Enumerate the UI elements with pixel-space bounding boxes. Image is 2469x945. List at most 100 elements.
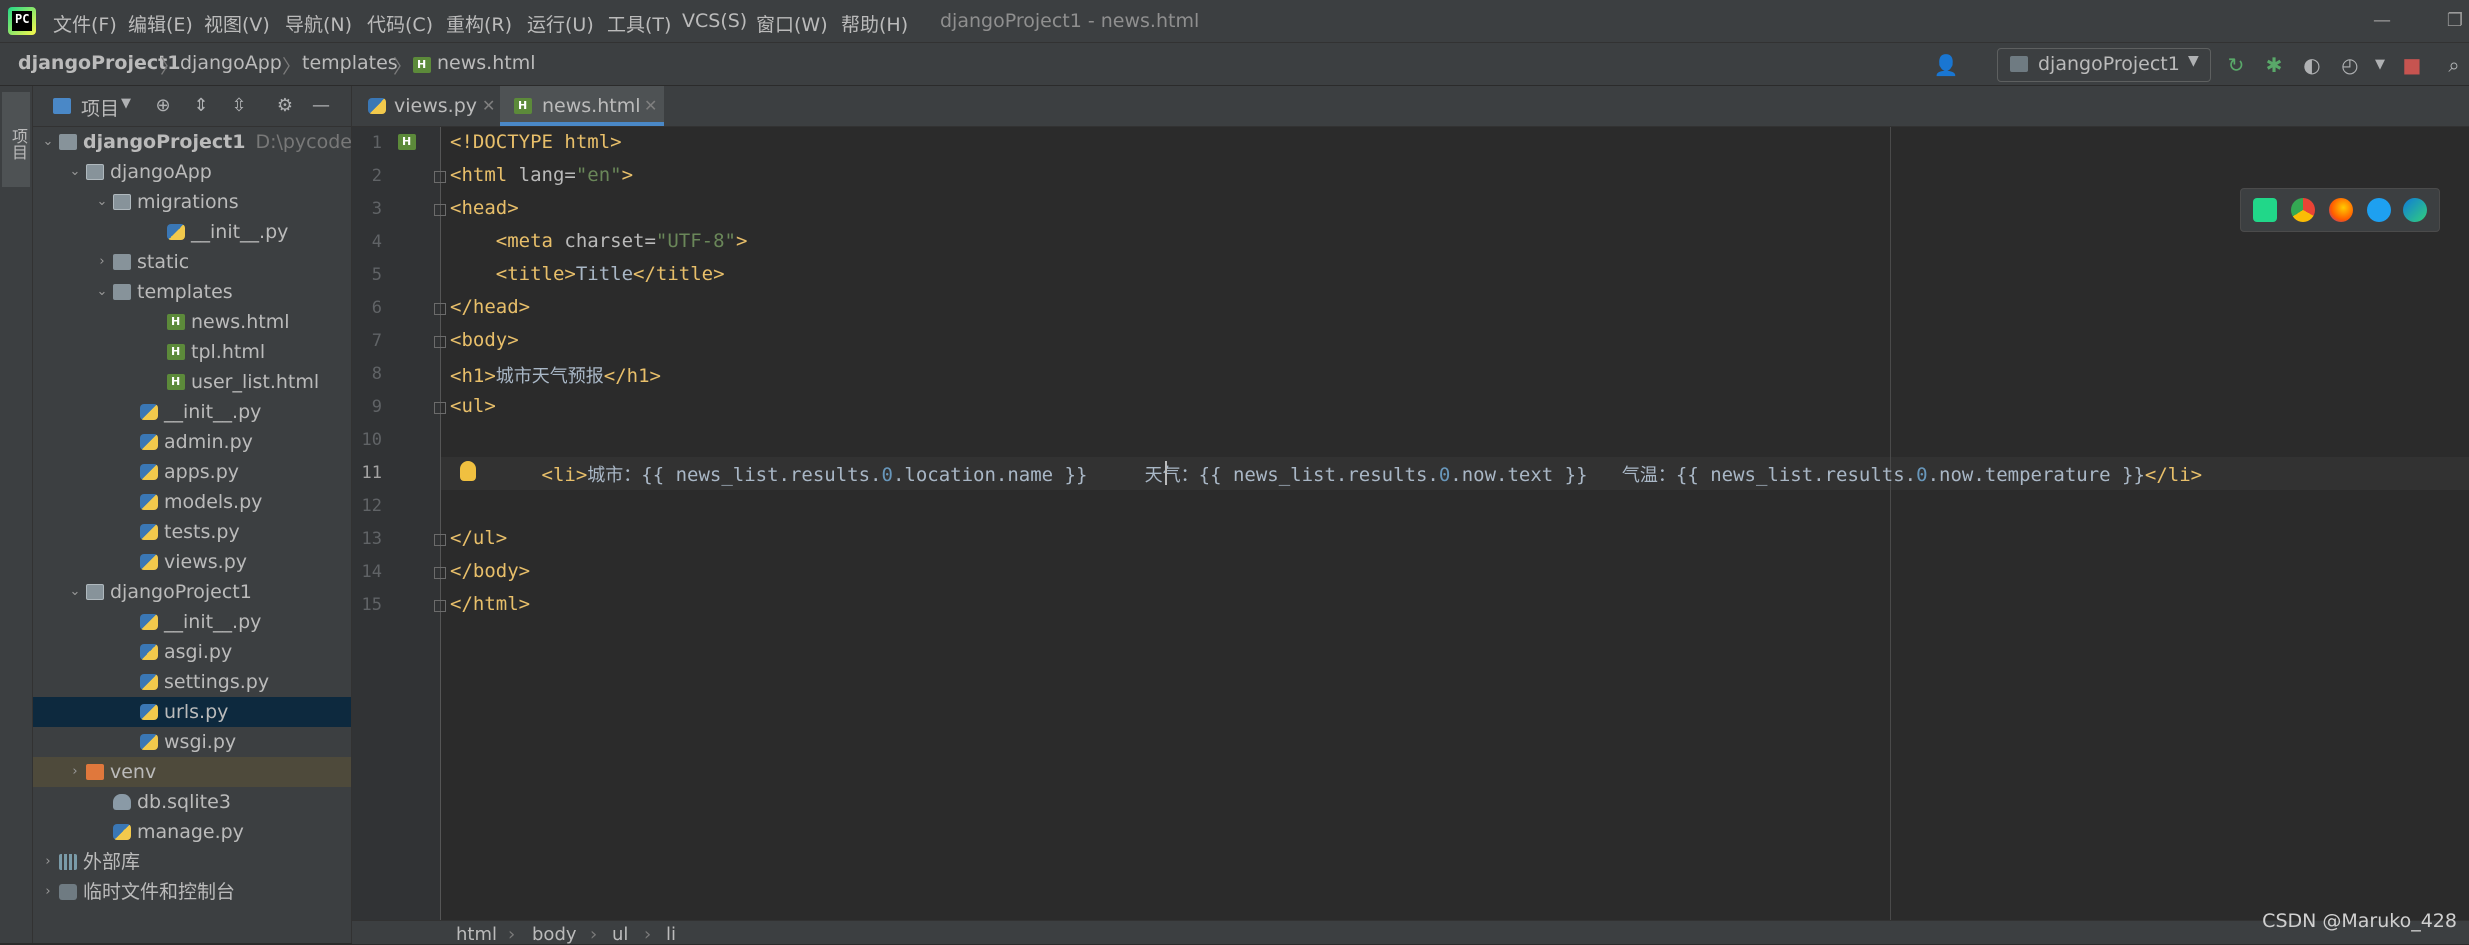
- stop-icon[interactable]: ■: [2398, 51, 2426, 79]
- menu-run[interactable]: 运行(U): [527, 10, 594, 37]
- tab-news-html[interactable]: news.html ✕: [500, 86, 664, 126]
- tree-item[interactable]: › static: [33, 247, 351, 277]
- chrome-icon[interactable]: [2291, 198, 2315, 222]
- coverage-icon[interactable]: ◐: [2298, 51, 2326, 79]
- tree-item[interactable]: manage.py: [33, 817, 351, 847]
- breadcrumb-body[interactable]: body: [532, 924, 577, 945]
- tree-item-name: djangoProject1: [110, 581, 252, 603]
- tree-item[interactable]: models.py: [33, 487, 351, 517]
- fold-marker-icon[interactable]: [434, 336, 446, 348]
- user-icon[interactable]: 👤: [1932, 51, 1960, 79]
- tree-item[interactable]: tpl.html: [33, 337, 351, 367]
- pycharm-browser-icon[interactable]: [2253, 198, 2277, 222]
- tree-item-name: settings.py: [164, 671, 270, 693]
- tree-item[interactable]: › venv: [33, 757, 351, 787]
- breadcrumb-file[interactable]: news.html: [437, 52, 536, 74]
- tree-item[interactable]: › 临时文件和控制台: [33, 877, 351, 907]
- tree-item[interactable]: __init__.py: [33, 607, 351, 637]
- fold-marker-icon[interactable]: [434, 171, 446, 183]
- tree-item[interactable]: ⌄ templates: [33, 277, 351, 307]
- breadcrumb-li[interactable]: li: [666, 924, 676, 945]
- chevron-down-icon[interactable]: ⌄: [95, 277, 109, 307]
- profile-icon[interactable]: ◴: [2336, 51, 2364, 79]
- breadcrumb-html[interactable]: html: [456, 924, 497, 945]
- menu-window[interactable]: 窗口(W): [756, 10, 828, 37]
- breadcrumb-templates[interactable]: templates: [302, 52, 398, 74]
- fold-marker-icon[interactable]: [434, 600, 446, 612]
- tree-item[interactable]: user_list.html: [33, 367, 351, 397]
- tree-item[interactable]: ⌄ djangoApp: [33, 157, 351, 187]
- line-number: 5: [371, 265, 382, 285]
- chevron-down-icon[interactable]: ▼: [121, 96, 131, 111]
- project-tool-tab[interactable]: 项目: [2, 92, 30, 187]
- tree-item[interactable]: wsgi.py: [33, 727, 351, 757]
- tree-item[interactable]: › 外部库: [33, 847, 351, 877]
- ie-icon[interactable]: [2367, 198, 2391, 222]
- menu-navigate[interactable]: 导航(N): [285, 10, 352, 37]
- menu-view[interactable]: 视图(V): [204, 10, 270, 37]
- tree-item[interactable]: settings.py: [33, 667, 351, 697]
- chevron-right-icon[interactable]: ›: [41, 877, 55, 907]
- breadcrumb-separator: ›: [508, 924, 516, 945]
- close-icon[interactable]: ✕: [482, 86, 495, 126]
- tree-item[interactable]: ⌄ migrations: [33, 187, 351, 217]
- menu-edit[interactable]: 编辑(E): [128, 10, 193, 37]
- debug-icon[interactable]: ✱: [2260, 51, 2288, 79]
- chevron-down-icon[interactable]: ⌄: [95, 187, 109, 217]
- search-icon[interactable]: ⌕: [2440, 51, 2468, 79]
- minimize-icon[interactable]: —: [2367, 6, 2397, 36]
- tree-item[interactable]: __init__.py: [33, 397, 351, 427]
- tree-item[interactable]: ⌄ djangoProject1: [33, 577, 351, 607]
- tree-item[interactable]: apps.py: [33, 457, 351, 487]
- firefox-icon[interactable]: [2329, 198, 2353, 222]
- code-token: >: [621, 164, 634, 186]
- fold-marker-icon[interactable]: [434, 303, 446, 315]
- edge-icon[interactable]: [2403, 198, 2427, 222]
- tree-item[interactable]: views.py: [33, 547, 351, 577]
- menu-file[interactable]: 文件(F): [53, 10, 117, 37]
- menu-help[interactable]: 帮助(H): [841, 10, 908, 37]
- menu-vcs[interactable]: VCS(S): [682, 10, 747, 32]
- folder-icon: [113, 284, 131, 300]
- tree-item[interactable]: asgi.py: [33, 637, 351, 667]
- chevron-right-icon[interactable]: ›: [41, 847, 55, 877]
- menu-tools[interactable]: 工具(T): [607, 10, 671, 37]
- chevron-right-icon[interactable]: ›: [68, 757, 82, 787]
- collapse-all-icon[interactable]: ⇳: [227, 94, 251, 118]
- tree-item[interactable]: urls.py: [33, 697, 351, 727]
- hide-icon[interactable]: —: [309, 94, 333, 118]
- tree-item[interactable]: ⌄ djangoProject1 D:\pycode\d: [33, 127, 351, 157]
- fold-marker-icon[interactable]: [434, 204, 446, 216]
- tree-item[interactable]: admin.py: [33, 427, 351, 457]
- code-line-6: </head>: [450, 296, 530, 318]
- chevron-down-icon[interactable]: ⌄: [68, 577, 82, 607]
- fold-marker-icon[interactable]: [434, 567, 446, 579]
- chevron-right-icon[interactable]: ›: [95, 247, 109, 277]
- breadcrumb-project[interactable]: djangoProject1: [18, 52, 180, 74]
- tree-item[interactable]: db.sqlite3: [33, 787, 351, 817]
- rerun-icon[interactable]: ↻: [2222, 51, 2250, 79]
- fold-marker-icon[interactable]: [434, 534, 446, 546]
- gear-icon[interactable]: ⚙: [273, 94, 297, 118]
- project-view-label[interactable]: 项目: [81, 94, 119, 121]
- menu-refactor[interactable]: 重构(R): [446, 10, 512, 37]
- expand-all-icon[interactable]: ⇕: [189, 94, 213, 118]
- tree-item[interactable]: __init__.py: [33, 217, 351, 247]
- tab-views-py[interactable]: views.py ✕: [352, 86, 502, 126]
- chevron-down-icon[interactable]: ⌄: [41, 127, 55, 157]
- tree-item-name: tests.py: [164, 521, 240, 543]
- menu-code[interactable]: 代码(C): [367, 10, 433, 37]
- fold-marker-icon[interactable]: [434, 402, 446, 414]
- chevron-down-icon[interactable]: ⌄: [68, 157, 82, 187]
- restore-icon[interactable]: ❐: [2440, 6, 2469, 36]
- breadcrumb-app[interactable]: djangoApp: [180, 52, 282, 74]
- chevron-down-icon[interactable]: ▼: [2366, 51, 2394, 79]
- locate-icon[interactable]: ⊕: [151, 94, 175, 118]
- tree-item[interactable]: news.html: [33, 307, 351, 337]
- run-config-select[interactable]: djangoProject1 ▼: [1997, 48, 2211, 82]
- code-token: </ul>: [450, 527, 508, 549]
- close-icon[interactable]: ✕: [644, 86, 657, 126]
- breadcrumb-ul[interactable]: ul: [612, 924, 628, 945]
- tree-item-label: admin.py: [164, 427, 253, 457]
- tree-item[interactable]: tests.py: [33, 517, 351, 547]
